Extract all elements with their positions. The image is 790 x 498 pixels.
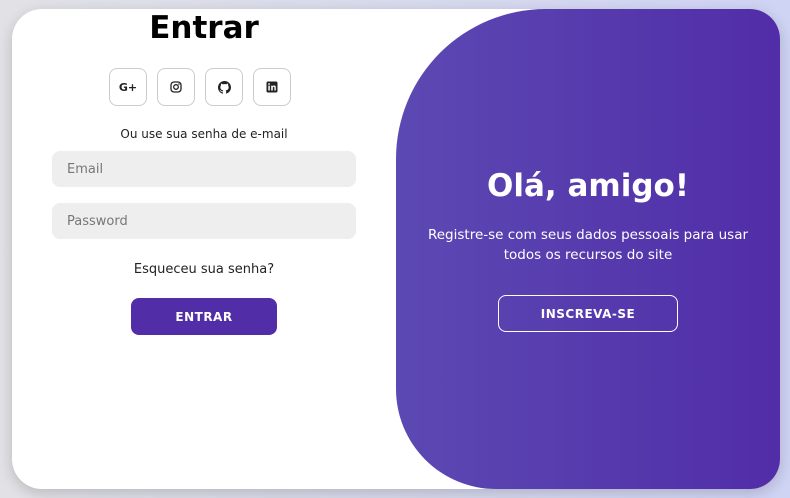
panel-title: Olá, amigo! bbox=[487, 168, 689, 204]
google-plus-button[interactable]: G+ bbox=[109, 68, 147, 106]
signup-panel: Olá, amigo! Registre-se com seus dados p… bbox=[396, 9, 780, 489]
github-icon bbox=[217, 80, 231, 94]
signin-button[interactable]: ENTRAR bbox=[131, 298, 277, 335]
forgot-password-link[interactable]: Esqueceu sua senha? bbox=[12, 262, 396, 277]
email-login-hint: Ou use sua senha de e-mail bbox=[120, 127, 288, 141]
auth-card: Entrar G+ Ou use sua senha de e-mail Ema… bbox=[12, 9, 780, 489]
google-plus-icon: G+ bbox=[118, 80, 138, 94]
signup-button[interactable]: INSCREVA-SE bbox=[498, 295, 678, 332]
linkedin-button[interactable] bbox=[253, 68, 291, 106]
panel-description: Registre-se com seus dados pessoais para… bbox=[427, 227, 749, 263]
github-button[interactable] bbox=[205, 68, 243, 106]
social-login-row: G+ bbox=[109, 68, 291, 106]
signin-title: Entrar bbox=[149, 10, 259, 46]
instagram-button[interactable] bbox=[157, 68, 195, 106]
linkedin-icon bbox=[266, 81, 278, 93]
instagram-icon bbox=[170, 81, 182, 93]
email-field[interactable] bbox=[52, 151, 356, 187]
password-field[interactable] bbox=[52, 203, 356, 239]
